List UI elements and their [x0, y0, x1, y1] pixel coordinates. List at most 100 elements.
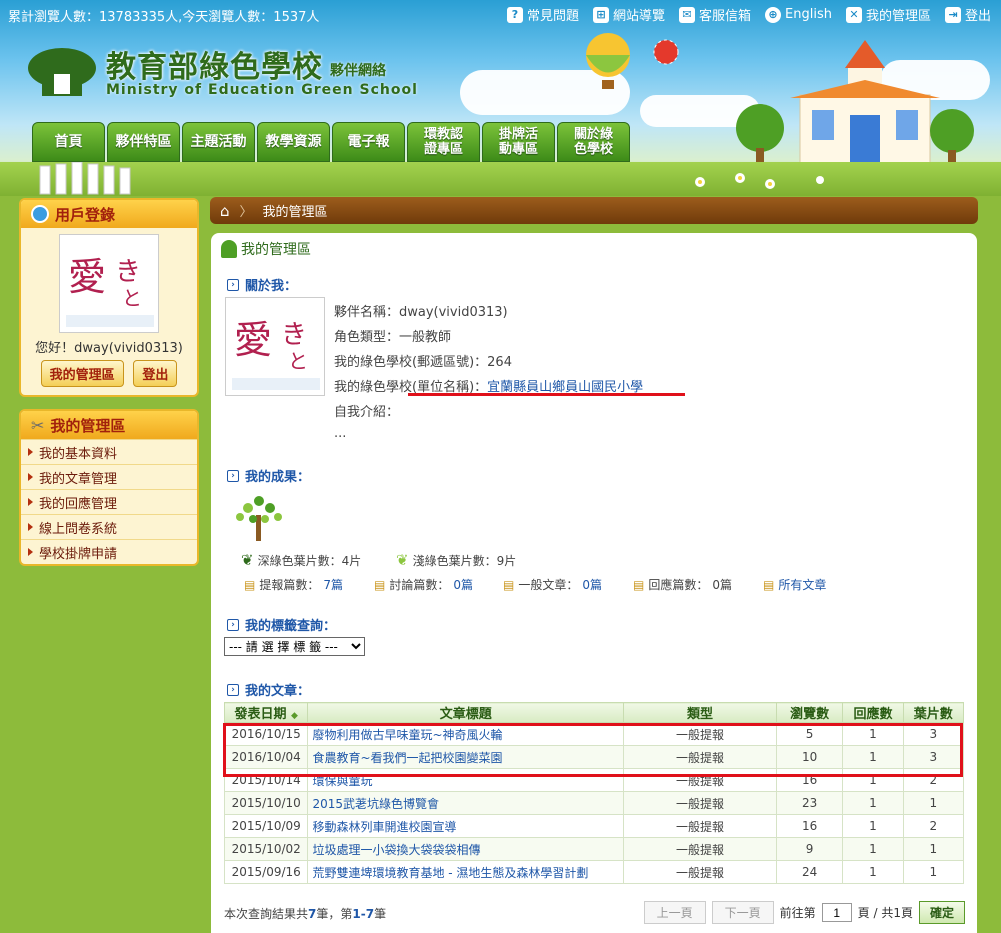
document-icon: ▤: [244, 577, 256, 592]
nav-about[interactable]: 關於綠色學校: [557, 122, 630, 162]
all-articles-link[interactable]: 所有文章: [778, 576, 826, 593]
main-content: 我的管理區 › 關於我： 愛 き と 夥伴名稱：dway(vivid0313) 角…: [211, 233, 977, 933]
articles-heading-text: 我的文章：: [245, 684, 311, 699]
logo-subtitle: 夥伴網絡: [330, 63, 386, 79]
col-type[interactable]: 類型: [623, 702, 777, 723]
col-leaves[interactable]: 葉片數: [902, 702, 965, 723]
menu-survey[interactable]: 線上問卷系統: [21, 514, 197, 539]
menu-replies[interactable]: 我的回應管理: [21, 489, 197, 514]
document-icon: ▤: [633, 577, 645, 592]
school-building-icon: [790, 40, 940, 166]
partner-name: 夥伴名稱：dway(vivid0313): [334, 305, 508, 320]
logout-button[interactable]: 登出: [133, 360, 178, 387]
globe-icon: ⊕: [765, 6, 782, 23]
page-total-label: 頁 / 共1頁: [857, 906, 913, 920]
discuss-label: 討論篇數：: [389, 578, 450, 592]
discuss-count: ▤ 討論篇數： 0篇: [374, 576, 473, 593]
col-replies-label: 回應數: [853, 707, 893, 722]
col-replies[interactable]: 回應數: [842, 702, 904, 723]
svg-text:愛: 愛: [68, 255, 106, 299]
cell-leaves: 1: [902, 837, 965, 861]
nav-plaque[interactable]: 掛牌活動專區: [482, 122, 555, 162]
menu-articles[interactable]: 我的文章管理: [21, 464, 197, 489]
english-link[interactable]: ⊕ English: [765, 5, 832, 24]
discuss-link[interactable]: 0篇: [453, 576, 473, 593]
cell-title[interactable]: 2015武荖坑綠色博覽會: [307, 791, 625, 815]
home-icon[interactable]: ⌂: [220, 202, 230, 220]
cell-views: 9: [775, 837, 844, 861]
general-link[interactable]: 0篇: [582, 576, 602, 593]
nav-certification[interactable]: 環教認證專區: [407, 122, 480, 162]
school-zip-value: 264: [487, 355, 512, 370]
article-title-link[interactable]: 2015武荖坑綠色博覽會: [312, 797, 439, 811]
section-arrow-icon: ›: [227, 278, 239, 291]
cell-title[interactable]: 垃圾處理一小袋換大袋袋袋相傳: [307, 837, 625, 861]
cell-date: 2015/09/16: [223, 860, 309, 884]
confirm-button[interactable]: 確定: [918, 901, 965, 924]
table-row: 2015/10/10 2015武荖坑綠色博覽會 一般提報 23 1 1: [223, 791, 965, 815]
nav-home[interactable]: 首頁: [32, 122, 105, 162]
sort-icon: ◆: [291, 711, 298, 721]
breadcrumb: ⌂ 〉 我的管理區: [210, 197, 978, 224]
proposal-link[interactable]: 7篇: [323, 576, 343, 593]
light-leaf-count: ❦ 淺綠色葉片數：9片: [396, 551, 516, 569]
col-views-label: 瀏覽數: [790, 707, 830, 722]
result-suffix: 筆: [374, 907, 387, 921]
cell-leaves: 1: [902, 860, 965, 884]
prev-page-button[interactable]: 上一頁: [643, 901, 706, 924]
about-heading: › 關於我：: [227, 275, 297, 294]
page-title-text: 我的管理區: [241, 242, 311, 258]
article-title-link[interactable]: 垃圾處理一小袋換大袋袋袋相傳: [312, 843, 480, 857]
tag-select[interactable]: --- 請 選 擇 標 籤 ---: [224, 637, 365, 656]
cell-title[interactable]: 移動森林列車開進校園宣導: [307, 814, 625, 838]
manage-panel-title: 我的管理區: [50, 416, 126, 435]
cell-leaves: 1: [902, 791, 965, 815]
col-views[interactable]: 瀏覽數: [775, 702, 844, 723]
cell-title[interactable]: 荒野雙連埤環境教育基地 - 濕地生態及森林學習計劃: [307, 860, 625, 884]
visit-counter: 累計瀏覽人數：13783335人,今天瀏覽人數：1537人: [8, 10, 320, 25]
dark-leaf-count: ❦ 深綠色葉片數：4片: [241, 551, 361, 569]
site-logo[interactable]: 教育部綠色學校 夥伴網絡 Ministry of Education Green…: [24, 40, 424, 105]
col-date[interactable]: 發表日期 ◆: [223, 702, 309, 723]
manage-panel: ✂ 我的管理區 我的基本資料 我的文章管理 我的回應管理 線上問卷系統 學校掛牌…: [19, 409, 199, 566]
top-bar: 累計瀏覽人數：13783335人,今天瀏覽人數：1537人 ? 常見問題 ⊞ 網站導…: [0, 0, 1001, 28]
results-heading-text: 我的成果：: [245, 470, 311, 485]
nav-partner-zone[interactable]: 夥伴特區: [107, 122, 180, 162]
col-title[interactable]: 文章標題: [307, 702, 625, 723]
proposal-count: ▤ 提報篇數： 7篇: [244, 576, 343, 593]
sitemap-link[interactable]: ⊞ 網站導覽: [592, 5, 665, 24]
tree-icon: [930, 109, 974, 168]
cell-date: 2015/10/09: [223, 814, 309, 838]
col-title-label: 文章標題: [439, 707, 492, 722]
logout-link[interactable]: ⇥ 登出: [944, 5, 991, 24]
faq-link[interactable]: ? 常見問題: [506, 5, 579, 24]
table-row: 2015/09/16 荒野雙連埤環境教育基地 - 濕地生態及森林學習計劃 一般提報 2…: [223, 860, 965, 884]
cell-type: 一般提報: [623, 860, 777, 884]
general-count: ▤ 一般文章： 0篇: [503, 576, 602, 593]
menu-basic-info[interactable]: 我的基本資料: [21, 439, 197, 464]
top-links: ? 常見問題 ⊞ 網站導覽 ✉ 客服信箱 ⊕ English ✕ 我的管理區 ⇥ 登出: [506, 5, 991, 24]
result-summary: 本次查詢結果共7筆，第1-7筆: [224, 905, 386, 922]
my-area-button[interactable]: 我的管理區: [40, 360, 124, 387]
logo-house-icon: [28, 48, 96, 96]
sitemap-icon: ⊞: [592, 6, 609, 23]
nav-teaching[interactable]: 教學資源: [257, 122, 330, 162]
highlight-underline: [408, 393, 685, 396]
breadcrumb-current: 我的管理區: [262, 205, 328, 220]
tools-icon: ✕: [845, 6, 862, 23]
mailbox-link[interactable]: ✉ 客服信箱: [679, 5, 751, 24]
nav-themes[interactable]: 主題活動: [182, 122, 255, 162]
next-page-button[interactable]: 下一頁: [711, 901, 774, 924]
menu-plaque-apply[interactable]: 學校掛牌申請: [21, 539, 197, 564]
cell-type: 一般提報: [623, 837, 777, 861]
exit-icon: ⇥: [944, 6, 961, 23]
my-area-link[interactable]: ✕ 我的管理區: [845, 5, 931, 24]
section-arrow-icon: ›: [227, 469, 239, 482]
login-panel-header: 用戶登錄: [21, 200, 197, 228]
article-title-link[interactable]: 移動森林列車開進校園宣導: [312, 820, 456, 834]
nav-newsletter[interactable]: 電子報: [332, 122, 405, 162]
mailbox-label: 客服信箱: [699, 9, 752, 24]
cell-type: 一般提報: [623, 814, 777, 838]
page-number-input[interactable]: [821, 903, 852, 922]
article-title-link[interactable]: 荒野雙連埤環境教育基地 - 濕地生態及森林學習計劃: [312, 866, 588, 880]
